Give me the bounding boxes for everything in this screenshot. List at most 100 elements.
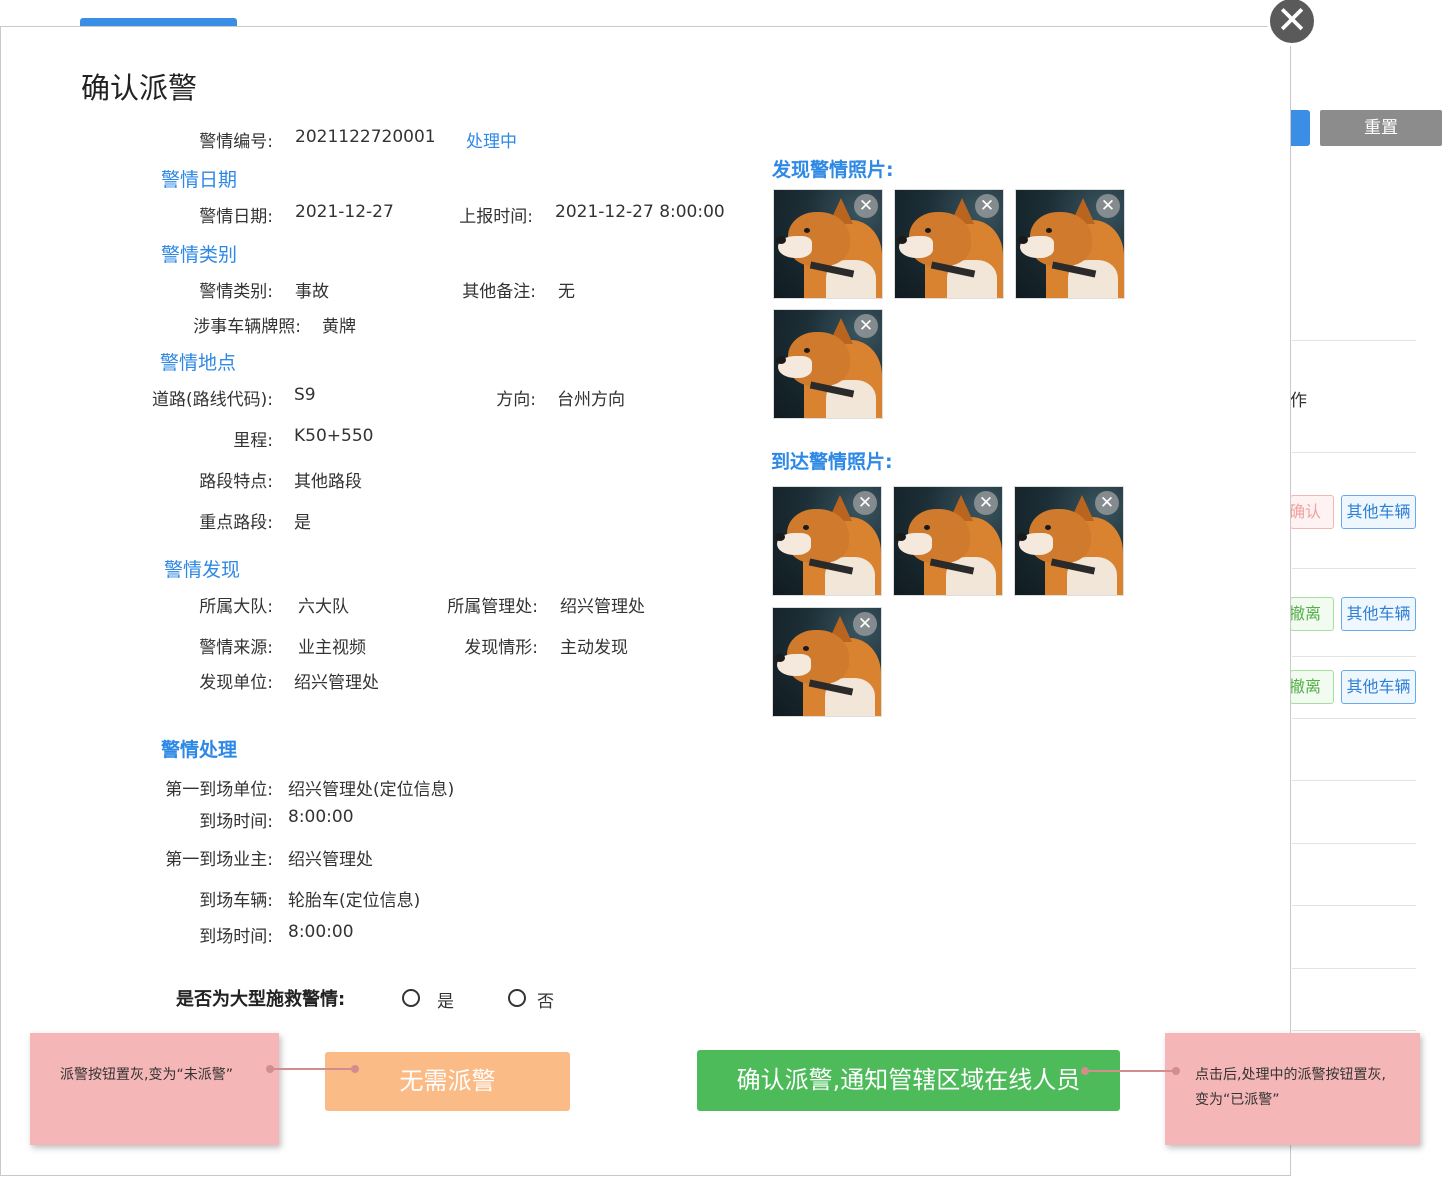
alert-photo[interactable]: ✕ bbox=[772, 486, 882, 596]
report-time-label: 上报时间: bbox=[459, 207, 533, 227]
background-divider bbox=[1292, 905, 1416, 906]
first-unit-value: 绍兴管理处(定位信息) bbox=[288, 780, 455, 800]
arrive-time-label: 到场时间: bbox=[199, 812, 273, 832]
background-divider bbox=[1292, 568, 1416, 569]
alert-number-label: 警情编号: bbox=[199, 132, 273, 152]
background-divider bbox=[1292, 718, 1416, 719]
road-feature-value: 其他路段 bbox=[294, 472, 362, 492]
background-withdraw-chip[interactable]: 撤离 bbox=[1290, 670, 1334, 704]
background-divider bbox=[1292, 843, 1416, 844]
first-owner-value: 绍兴管理处 bbox=[288, 850, 373, 870]
section-title-discovery: 警情发现 bbox=[164, 559, 241, 581]
annotation-connector bbox=[1085, 1070, 1177, 1072]
arrive-vehicle-label: 到场车辆: bbox=[199, 891, 273, 911]
office-value: 绍兴管理处 bbox=[560, 597, 645, 617]
background-other-vehicle-chip[interactable]: 其他车辆 bbox=[1341, 670, 1416, 704]
first-unit-label: 第一到场单位: bbox=[165, 780, 273, 800]
remove-photo-icon[interactable]: ✕ bbox=[975, 194, 999, 218]
situation-label: 发现情形: bbox=[464, 638, 538, 658]
office-label: 所属管理处: bbox=[447, 597, 538, 617]
confirm-dispatch-button[interactable]: 确认派警,通知管辖区域在线人员 bbox=[697, 1050, 1120, 1111]
situation-value: 主动发现 bbox=[560, 638, 628, 658]
arrive-photos-title: 到达警情照片: bbox=[771, 451, 893, 473]
alert-photo[interactable]: ✕ bbox=[773, 309, 883, 419]
alert-photo[interactable]: ✕ bbox=[1015, 189, 1125, 299]
close-icon[interactable]: ✕ bbox=[1267, 0, 1317, 46]
report-time-value: 2021-12-27 8:00:00 bbox=[555, 202, 725, 222]
annotation-dot bbox=[266, 1065, 274, 1073]
alert-photo[interactable]: ✕ bbox=[772, 607, 882, 717]
alert-photo[interactable]: ✕ bbox=[773, 189, 883, 299]
background-divider bbox=[1292, 780, 1416, 781]
key-section-value: 是 bbox=[294, 513, 311, 533]
remove-photo-icon[interactable]: ✕ bbox=[853, 612, 877, 636]
arrive-time-value: 8:00:00 bbox=[288, 922, 354, 942]
section-title-handling: 警情处理 bbox=[161, 739, 238, 761]
large-rescue-question: 是否为大型施救警情: bbox=[176, 989, 346, 1010]
status-badge: 处理中 bbox=[466, 132, 517, 152]
annotation-dot bbox=[351, 1065, 359, 1073]
road-value: S9 bbox=[294, 385, 316, 405]
modal-title: 确认派警 bbox=[81, 71, 198, 105]
brigade-value: 六大队 bbox=[298, 597, 349, 617]
mileage-value: K50+550 bbox=[294, 426, 374, 446]
road-feature-label: 路段特点: bbox=[199, 472, 273, 492]
direction-value: 台州方向 bbox=[557, 390, 625, 410]
key-section-label: 重点路段: bbox=[199, 513, 273, 533]
remark-value: 无 bbox=[558, 282, 575, 302]
remove-photo-icon[interactable]: ✕ bbox=[1095, 491, 1119, 515]
annotation-dot bbox=[1172, 1067, 1180, 1075]
section-title-date: 警情日期 bbox=[161, 169, 238, 191]
remove-photo-icon[interactable]: ✕ bbox=[974, 491, 998, 515]
discovery-unit-label: 发现单位: bbox=[199, 673, 273, 693]
annotation-connector bbox=[270, 1068, 356, 1070]
alert-category-value: 事故 bbox=[295, 282, 329, 302]
alert-number-value: 2021122720001 bbox=[295, 127, 436, 147]
discovery-unit-value: 绍兴管理处 bbox=[294, 673, 379, 693]
background-reset-button[interactable]: 重置 bbox=[1320, 110, 1442, 146]
large-rescue-yes-radio[interactable] bbox=[402, 989, 420, 1007]
remove-photo-icon[interactable]: ✕ bbox=[854, 194, 878, 218]
alert-photo[interactable]: ✕ bbox=[1014, 486, 1124, 596]
background-other-vehicle-chip[interactable]: 其他车辆 bbox=[1341, 597, 1416, 631]
background-divider bbox=[1292, 968, 1416, 969]
large-rescue-no-radio[interactable] bbox=[508, 989, 526, 1007]
section-title-category: 警情类别 bbox=[161, 244, 238, 266]
no-dispatch-button[interactable]: 无需派警 bbox=[325, 1052, 570, 1111]
annotation-note-left: 派警按钮置灰,变为“未派警” bbox=[30, 1033, 279, 1145]
arrive-vehicle-value: 轮胎车(定位信息) bbox=[288, 891, 421, 911]
remark-label: 其他备注: bbox=[462, 282, 536, 302]
arrive-time-label: 到场时间: bbox=[199, 927, 273, 947]
background-other-vehicle-chip[interactable]: 其他车辆 bbox=[1341, 495, 1416, 529]
alert-photo[interactable]: ✕ bbox=[893, 486, 1003, 596]
section-title-location: 警情地点 bbox=[160, 352, 237, 374]
alert-date-value: 2021-12-27 bbox=[295, 202, 394, 222]
large-rescue-no-label: 否 bbox=[537, 992, 554, 1012]
background-divider bbox=[1292, 452, 1416, 453]
background-column-header: 作 bbox=[1290, 391, 1307, 411]
brigade-label: 所属大队: bbox=[199, 597, 273, 617]
alert-date-label: 警情日期: bbox=[199, 207, 273, 227]
background-divider bbox=[1292, 656, 1416, 657]
remove-photo-icon[interactable]: ✕ bbox=[854, 314, 878, 338]
source-label: 警情来源: bbox=[199, 638, 273, 658]
mileage-label: 里程: bbox=[233, 431, 273, 451]
background-confirm-chip[interactable]: 确认 bbox=[1290, 495, 1334, 529]
large-rescue-yes-label: 是 bbox=[437, 992, 454, 1012]
source-value: 业主视频 bbox=[298, 638, 366, 658]
direction-label: 方向: bbox=[496, 390, 536, 410]
background-withdraw-chip[interactable]: 撤离 bbox=[1290, 597, 1334, 631]
arrive-time-value: 8:00:00 bbox=[288, 807, 354, 827]
found-photos-title: 发现警情照片: bbox=[772, 159, 894, 181]
annotation-note-right: 点击后,处理中的派警按钮置灰,变为“已派警” bbox=[1165, 1033, 1420, 1145]
first-owner-label: 第一到场业主: bbox=[165, 850, 273, 870]
remove-photo-icon[interactable]: ✕ bbox=[1096, 194, 1120, 218]
alert-category-label: 警情类别: bbox=[199, 282, 273, 302]
remove-photo-icon[interactable]: ✕ bbox=[853, 491, 877, 515]
dispatch-modal: 确认派警 警情编号: 2021122720001 处理中 警情日期 警情日期: … bbox=[0, 26, 1291, 1176]
background-divider bbox=[1292, 340, 1416, 341]
background-divider bbox=[1292, 1030, 1416, 1031]
annotation-dot bbox=[1081, 1067, 1089, 1075]
road-label: 道路(路线代码): bbox=[152, 390, 273, 410]
alert-photo[interactable]: ✕ bbox=[894, 189, 1004, 299]
